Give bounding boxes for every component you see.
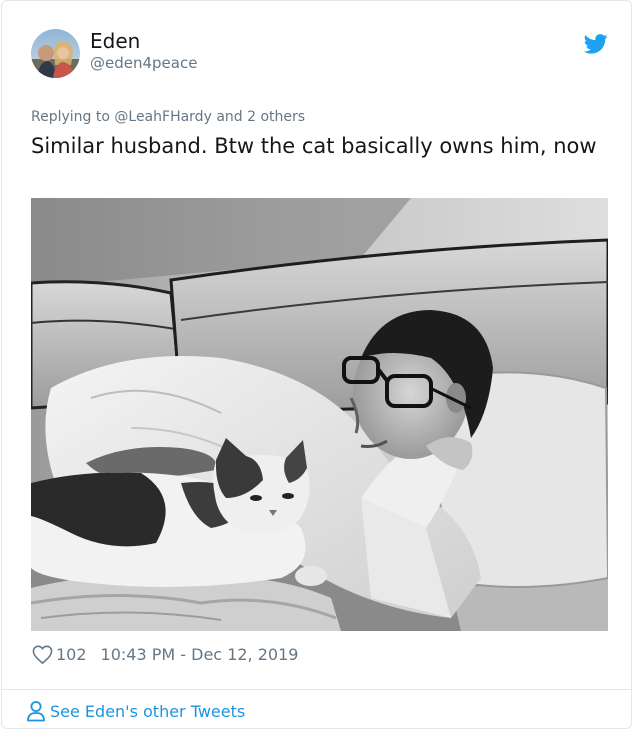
see-other-tweets-link[interactable]: See Eden's other Tweets: [26, 698, 245, 724]
author-handle[interactable]: @eden4peace: [90, 54, 197, 72]
author-display-name[interactable]: Eden: [90, 29, 140, 53]
reply-prefix: Replying to: [31, 109, 110, 125]
heart-icon[interactable]: [32, 645, 53, 664]
avatar-image: [31, 29, 80, 78]
photo-man-with-cat-on-couch: [31, 198, 608, 631]
tweet-card: Eden @eden4peace Replying to @LeahFHardy…: [1, 0, 632, 729]
tweet-text: Similar husband. Btw the cat basically o…: [31, 134, 597, 158]
reply-mention-link[interactable]: @LeahFHardy: [114, 109, 211, 125]
reply-suffix[interactable]: and 2 others: [216, 109, 305, 125]
tweet-photo[interactable]: [31, 198, 608, 631]
like-count[interactable]: 102: [56, 645, 87, 664]
person-icon: [27, 701, 45, 722]
divider: [2, 689, 631, 690]
tweet-timestamp[interactable]: 10:43 PM - Dec 12, 2019: [101, 645, 299, 664]
reply-context: Replying to @LeahFHardy and 2 others: [31, 109, 305, 125]
avatar[interactable]: [31, 29, 80, 78]
twitter-bird-icon[interactable]: [584, 34, 608, 54]
tweet-meta: 102 10:43 PM - Dec 12, 2019: [32, 642, 298, 666]
see-other-tweets-label[interactable]: See Eden's other Tweets: [50, 702, 245, 721]
